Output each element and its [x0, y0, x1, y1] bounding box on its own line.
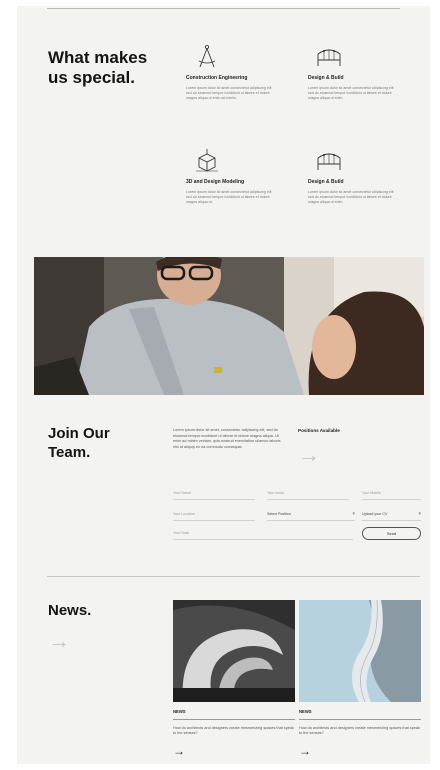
send-button[interactable]: Send [362, 527, 421, 540]
bridge-icon [317, 49, 341, 66]
feature-description: Lorem ipsum dolor sit amet consectetur a… [308, 190, 394, 204]
feature-3d-design-modeling: 3D and Design Modeling Lorem ipsum dolor… [186, 148, 276, 205]
news-tag: NEWS [299, 709, 312, 714]
read-more-arrow-icon[interactable]: → [299, 745, 421, 757]
news-card[interactable]: NEWS How do architects and designers cre… [173, 600, 295, 757]
news-arrow-icon[interactable]: → [48, 630, 70, 652]
news-divider [299, 719, 421, 720]
feature-design-build: Design & Build Lorem ipsum dolor sit ame… [308, 44, 398, 101]
office-collaboration-image [34, 257, 424, 395]
cv-upload-select[interactable]: Upload your CV ▾ [362, 509, 421, 521]
join-description: Lorem ipsum dolor sit amet, consectetur … [173, 428, 281, 449]
position-select-value: Select Position [267, 512, 291, 516]
news-tag: NEWS [173, 709, 186, 714]
chevron-down-icon: ▾ [352, 511, 355, 517]
read-more-arrow-icon[interactable]: → [173, 745, 295, 757]
name-field[interactable]: Your Name [173, 488, 255, 500]
location-field[interactable]: Your Location [173, 509, 255, 521]
positions-arrow-icon[interactable]: → [298, 444, 320, 466]
feature-title: Design & Build [308, 75, 344, 81]
feature-design-build-2: Design & Build Lorem ipsum dolor sit ame… [308, 148, 398, 205]
architecture-facade-image [299, 600, 421, 702]
email-field[interactable]: Your email [267, 488, 349, 500]
cv-upload-value: Upload your CV [362, 512, 388, 516]
feature-title: Construction Engineering [186, 75, 248, 81]
feature-title: Design & Build [308, 179, 344, 185]
bridge-icon [317, 153, 341, 170]
news-section-title: News. [48, 602, 92, 619]
news-divider [173, 719, 295, 720]
special-section-title: What makes us special. [48, 48, 148, 87]
feature-description: Lorem ipsum dolor sit amet consectetur a… [186, 190, 272, 204]
news-image[interactable] [173, 600, 295, 702]
positions-available-link[interactable]: Positions Available [298, 428, 340, 433]
news-headline[interactable]: How do architects and designers create m… [299, 726, 421, 737]
position-select[interactable]: Select Position ▾ [267, 509, 355, 521]
news-image[interactable] [299, 600, 421, 702]
feature-description: Lorem ipsum dolor sit amet consectetur a… [186, 86, 272, 100]
section-divider [47, 576, 420, 577]
feature-construction-engineering: Construction Engineering Lorem ipsum dol… [186, 44, 276, 101]
architecture-curved-building-image [173, 600, 295, 702]
news-headline[interactable]: How do architects and designers create m… [173, 726, 295, 737]
phone-field[interactable]: Your Mobile [362, 488, 421, 500]
feature-description: Lorem ipsum dolor sit amet consectetur a… [308, 86, 394, 100]
feature-title: 3D and Design Modeling [186, 179, 245, 185]
news-card[interactable]: NEWS How do architects and designers cre… [299, 600, 421, 757]
note-field[interactable]: Your Note [173, 528, 353, 540]
cube-model-icon [196, 149, 218, 172]
page: What makes us special. Construction Engi… [17, 6, 430, 764]
team-photo [34, 257, 424, 395]
drafting-compass-icon [198, 44, 216, 68]
join-section-title: Join Our Team. [48, 425, 110, 461]
top-divider [47, 8, 400, 9]
chevron-down-icon: ▾ [418, 511, 421, 517]
